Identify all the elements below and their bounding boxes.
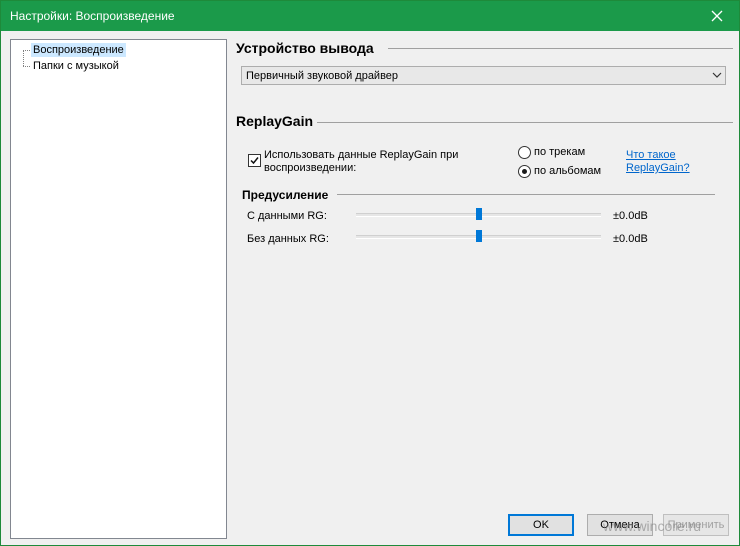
without-rg-value: ±0.0dB bbox=[613, 233, 648, 245]
divider bbox=[337, 194, 715, 195]
tree-connector bbox=[23, 66, 30, 67]
with-rg-label: С данными RG: bbox=[247, 210, 327, 222]
divider bbox=[317, 122, 733, 123]
tree-item-music-folders[interactable]: Папки с музыкой bbox=[31, 59, 121, 73]
use-replaygain-checkbox[interactable] bbox=[248, 154, 261, 167]
radio-by-albums[interactable] bbox=[518, 165, 531, 178]
preamp-heading: Предусиление bbox=[242, 188, 329, 202]
tree-connector bbox=[23, 50, 24, 66]
checkmark-icon bbox=[250, 157, 259, 165]
chevron-down-icon bbox=[712, 72, 722, 78]
window-title: Настройки: Воспроизведение bbox=[10, 9, 175, 23]
radio-by-albums-label: по альбомам bbox=[534, 165, 602, 177]
what-is-replaygain-link[interactable]: Что такое ReplayGain? bbox=[626, 149, 716, 175]
output-device-value: Первичный звуковой драйвер bbox=[246, 70, 399, 82]
close-button[interactable] bbox=[695, 1, 739, 31]
output-device-heading: Устройство вывода bbox=[236, 40, 374, 56]
with-rg-value: ±0.0dB bbox=[613, 210, 648, 222]
tree-connector bbox=[23, 50, 30, 51]
settings-window: Настройки: Воспроизведение Воспроизведен… bbox=[0, 0, 740, 546]
ok-button[interactable]: OK bbox=[508, 514, 574, 536]
with-rg-slider-thumb[interactable] bbox=[476, 208, 482, 220]
without-rg-label: Без данных RG: bbox=[247, 233, 329, 245]
radio-by-tracks[interactable] bbox=[518, 146, 531, 159]
settings-tree: Воспроизведение Папки с музыкой bbox=[10, 39, 227, 539]
watermark-text: www.wincore.ru bbox=[603, 518, 702, 534]
radio-selected-dot bbox=[522, 169, 527, 174]
use-replaygain-label: Использовать данные ReplayGain при воспр… bbox=[264, 149, 459, 174]
tree-item-playback[interactable]: Воспроизведение bbox=[31, 43, 126, 57]
close-icon bbox=[711, 10, 723, 22]
without-rg-slider-thumb[interactable] bbox=[476, 230, 482, 242]
output-device-select[interactable]: Первичный звуковой драйвер bbox=[241, 66, 726, 85]
radio-by-tracks-label: по трекам bbox=[534, 146, 586, 158]
divider bbox=[388, 48, 733, 49]
title-bar: Настройки: Воспроизведение bbox=[1, 1, 739, 31]
replaygain-heading: ReplayGain bbox=[236, 113, 314, 129]
